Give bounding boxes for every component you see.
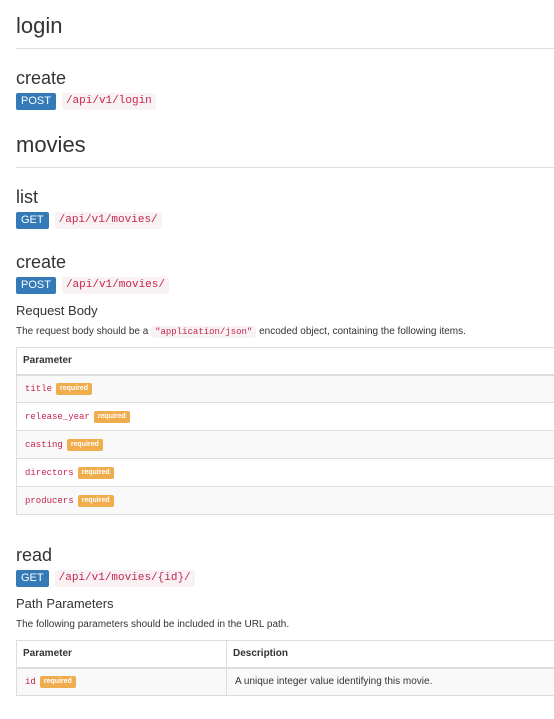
- column-header-parameter: Parameter: [16, 347, 554, 376]
- param-name: directors: [25, 467, 74, 478]
- table-row: title required: [16, 374, 554, 403]
- desc-text: encoded object, containing the following…: [259, 326, 466, 337]
- required-badge: required: [93, 410, 130, 423]
- column-header-parameter: Parameter: [16, 640, 227, 669]
- endpoint-title: list: [16, 187, 38, 207]
- required-badge: required: [56, 382, 93, 395]
- content-type-code: "application/json": [151, 326, 257, 338]
- path-parameters-table: Parameter Description id required A uniqu…: [16, 640, 554, 696]
- request-body-description: The request body should be a "applicatio…: [16, 325, 554, 339]
- table-row: directors required: [16, 458, 554, 487]
- param-name: producers: [25, 495, 74, 506]
- request-body-table: Parameter title required release_year requ…: [16, 347, 554, 515]
- table-row: release_year required: [16, 402, 554, 431]
- endpoint-movies-create: create POST /api/v1/movies/ Request Body…: [16, 251, 554, 515]
- desc-text: The request body should be a: [16, 326, 149, 337]
- endpoint-movies-read: read GET /api/v1/movies/{id}/ Path Param…: [16, 544, 554, 696]
- path-parameters-description: The following parameters should be inclu…: [16, 619, 290, 630]
- method-badge: GET: [16, 211, 49, 229]
- section-login: login: [16, 13, 554, 49]
- required-badge: required: [39, 675, 76, 688]
- section-title-movies: movies: [16, 132, 554, 168]
- endpoint-path[interactable]: /api/v1/movies/: [61, 276, 169, 294]
- endpoint-title: read: [16, 545, 53, 565]
- endpoint-path[interactable]: /api/v1/login: [61, 92, 156, 110]
- section-title-login: login: [16, 13, 554, 49]
- param-name: title: [25, 383, 53, 394]
- endpoint-movies-list: list GET /api/v1/movies/: [16, 186, 162, 230]
- required-badge: required: [66, 438, 103, 451]
- column-header-description: Description: [226, 640, 554, 669]
- param-name: casting: [25, 439, 63, 450]
- method-badge: GET: [16, 569, 49, 587]
- endpoint-path[interactable]: /api/v1/movies/: [54, 211, 162, 229]
- required-badge: required: [77, 494, 114, 507]
- param-description: A unique integer value identifying this …: [226, 667, 554, 696]
- table-row: casting required: [16, 430, 554, 459]
- table-row: producers required: [16, 486, 554, 515]
- method-badge: POST: [16, 92, 56, 110]
- endpoint-title: create: [16, 252, 67, 272]
- table-row: id required A unique integer value identi…: [16, 667, 554, 696]
- method-badge: POST: [16, 276, 56, 294]
- param-name: release_year: [25, 411, 90, 422]
- param-name: id: [25, 676, 36, 687]
- endpoint-title: create: [16, 68, 67, 88]
- endpoint-login-create: create POST /api/v1/login: [16, 67, 156, 111]
- path-parameters-heading: Path Parameters: [16, 596, 114, 611]
- required-badge: required: [77, 466, 114, 479]
- section-movies: movies: [16, 132, 554, 168]
- endpoint-path[interactable]: /api/v1/movies/{id}/: [54, 569, 195, 587]
- request-body-heading: Request Body: [16, 303, 98, 318]
